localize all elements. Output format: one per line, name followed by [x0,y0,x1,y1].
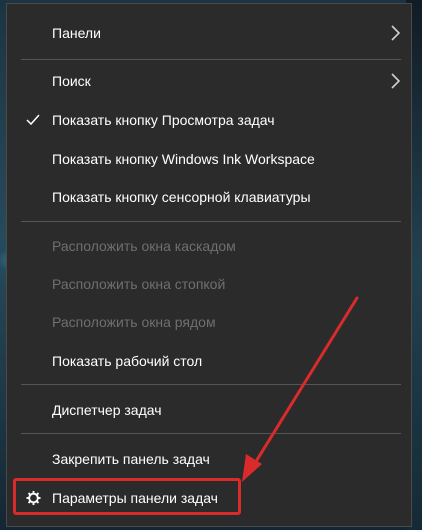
menu-item-label: Расположить окна каскадом [52,238,236,254]
checkmark-icon [26,114,40,126]
menu-item-show-task-view-button[interactable]: Показать кнопку Просмотра задач [7,101,411,139]
menu-item-side-by-side-windows: Расположить окна рядом [7,303,411,341]
taskbar-context-menu: Панели Поиск Показать кнопку Просмотра з… [6,3,412,527]
menu-item-label: Панели [52,25,101,41]
menu-item-label: Показать кнопку Windows Ink Workspace [52,151,315,167]
menu-separator [21,433,401,434]
chevron-right-icon [391,25,401,41]
chevron-right-icon [391,73,401,89]
menu-item-cascade-windows: Расположить окна каскадом [7,227,411,265]
menu-item-label: Показать кнопку Просмотра задач [52,112,275,128]
menu-separator [21,59,401,60]
menu-item-label: Закрепить панель задач [52,451,210,467]
menu-separator [21,221,401,222]
menu-item-label: Параметры панели задач [52,490,218,506]
menu-item-taskbar-settings[interactable]: Параметры панели задач [7,479,411,517]
menu-item-label: Показать рабочий стол [52,353,203,369]
menu-item-task-manager[interactable]: Диспетчер задач [7,391,411,429]
menu-item-show-desktop[interactable]: Показать рабочий стол [7,342,411,380]
menu-separator [21,384,401,385]
menu-item-label: Расположить окна рядом [52,314,216,330]
menu-item-panels[interactable]: Панели [7,14,411,52]
menu-item-label: Показать кнопку сенсорной клавиатуры [52,189,311,205]
gear-icon [26,490,41,506]
menu-item-label: Диспетчер задач [52,402,162,418]
menu-item-label: Расположить окна стопкой [52,276,226,292]
menu-item-stack-windows: Расположить окна стопкой [7,265,411,303]
menu-item-label: Поиск [52,73,91,89]
menu-item-search[interactable]: Поиск [7,62,411,100]
menu-item-lock-taskbar[interactable]: Закрепить панель задач [7,440,411,478]
menu-item-show-touch-keyboard-button[interactable]: Показать кнопку сенсорной клавиатуры [7,178,411,216]
menu-item-show-ink-workspace-button[interactable]: Показать кнопку Windows Ink Workspace [7,140,411,178]
